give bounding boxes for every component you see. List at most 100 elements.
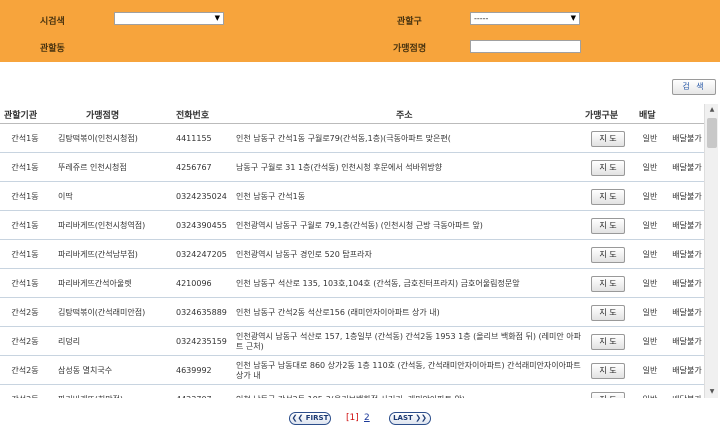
chevron-down-icon: ▼: [214, 14, 220, 22]
table-row: 간석1동 파리바게뜨(인천시청역점) 0324390455 인천광역시 남동구 구월로…: [0, 211, 704, 240]
delivery-cell: 배달불가: [672, 336, 702, 346]
header-phone: 전화번호: [176, 111, 210, 121]
store-name-input[interactable]: [470, 40, 581, 53]
map-cell: 지 도: [589, 211, 627, 240]
table-row: 간석2동 리덩리 0324235159 인천광역시 남동구 석산로 157, 1층일부…: [0, 327, 704, 356]
store-name-cell: 뚜레쥬르 인천시청점: [58, 163, 127, 172]
map-cell: 지 도: [589, 153, 627, 182]
map-cell: 지 도: [589, 385, 627, 398]
map-button[interactable]: 지 도: [591, 362, 625, 379]
table-row: 간석1동 파리바게뜨간석아울렛 4210096 인천 남동구 석산로 135, 103…: [0, 269, 704, 298]
map-cell: 지 도: [589, 298, 627, 327]
last-page-button[interactable]: LAST ❯❯: [389, 412, 431, 425]
table-row: 간석2동 파리바게뜨(희망점)4423707인천 남동구 간석2동 195-3(올…: [0, 385, 704, 398]
store-name-cell: 김탕떡볶이(인천시청점): [58, 134, 138, 143]
table-row: 간석1동 파리바게뜨(간석남부점) 0324247205 인천광역시 남동구 경인로 …: [0, 240, 704, 269]
map-cell: 지 도: [589, 124, 627, 153]
table-row: 간석1동 김탕떡볶이(인천시청점) 4411155 인천 남동구 간석1동 구월로79…: [0, 124, 704, 153]
store-name-cell: 김탕떡볶이(간석래미안점): [58, 308, 146, 317]
agency-cell: 간석1동: [11, 250, 39, 259]
store-name-cell: 파리바게뜨(희망점): [58, 385, 186, 398]
delivery-cell: 배달불가: [672, 385, 702, 399]
map-cell: 지 도: [589, 327, 627, 356]
store-type-cell: 일반: [642, 192, 658, 201]
table-header: 관할기관 가맹점명 전화번호 주소 가맹구분 배달: [0, 104, 704, 124]
store-name-cell: 이딱: [58, 192, 73, 201]
scroll-thumb[interactable]: [707, 118, 717, 148]
map-button[interactable]: 지 도: [591, 188, 625, 205]
page-2-link[interactable]: 2: [364, 413, 370, 423]
store-type-cell: 일반: [642, 279, 658, 288]
city-label: 시검색: [40, 17, 65, 27]
address-cell: 남동구 구월로 31 1층(간석동) 인천시청 후문에서 석바위방향: [236, 162, 443, 172]
table-row: 간석1동 이딱 0324235024 인천 남동구 간석1동 일반 배달불가 지 도: [0, 182, 704, 211]
agency-cell: 간석1동: [11, 163, 39, 172]
address-cell: 인천광역시 남동구 경인로 520 탑프라자: [236, 249, 372, 259]
delivery-cell: 배달불가: [672, 133, 702, 143]
map-cell: 지 도: [589, 356, 627, 385]
agency-cell: 간석2동: [11, 337, 39, 346]
delivery-cell: 배달불가: [672, 191, 702, 201]
current-page: [1]: [346, 413, 359, 423]
scrollbar[interactable]: ▲ ▼: [704, 104, 718, 398]
store-type-cell: 일반: [642, 250, 658, 259]
map-button[interactable]: 지 도: [591, 304, 625, 321]
address-cell: 인천 남동구 간석2동 석산로156 (래미안자이아파트 상가 내): [236, 307, 440, 317]
map-button[interactable]: 지 도: [591, 275, 625, 292]
address-cell: 인천 남동구 간석2동 195-3(올리브백화점 사거리, 래미안아파트 앞): [236, 385, 586, 399]
district-label: 관할구: [397, 17, 422, 27]
search-button[interactable]: 검 색: [672, 79, 716, 95]
store-name-cell: 파리바게뜨(인천시청역점): [58, 221, 146, 230]
phone-cell: 0324235159: [176, 337, 227, 346]
agency-cell: 간석1동: [11, 221, 39, 230]
store-name-cell: 삼성동 멸치국수: [58, 366, 113, 375]
city-select[interactable]: ▼: [114, 12, 224, 25]
map-cell: 지 도: [589, 182, 627, 211]
delivery-cell: 배달불가: [672, 307, 702, 317]
delivery-cell: 배달불가: [672, 278, 702, 288]
address-cell: 인천광역시 남동구 석산로 157, 1층일부 (간석동) 간석2동 1953 …: [236, 331, 581, 351]
header-store-name: 가맹점명: [86, 111, 120, 121]
phone-cell: 4639992: [176, 366, 212, 375]
store-type-cell: 일반: [636, 385, 664, 398]
map-button[interactable]: 지 도: [591, 246, 625, 263]
header-delivery: 배달: [639, 111, 656, 121]
phone-cell: 0324635889: [176, 308, 227, 317]
district-select[interactable]: ----- ▼: [470, 12, 580, 25]
address-cell: 인천 남동구 간석1동: [236, 191, 306, 201]
store-type-cell: 일반: [642, 163, 658, 172]
store-name-cell: 파리바게뜨간석아울렛: [58, 279, 132, 288]
phone-cell: 0324390455: [176, 221, 227, 230]
phone-cell: 4210096: [176, 279, 212, 288]
agency-cell: 간석2동: [11, 366, 39, 375]
store-type-cell: 일반: [642, 366, 658, 375]
map-button[interactable]: 지 도: [591, 130, 625, 147]
agency-cell: 간석2동: [11, 308, 39, 317]
store-type-cell: 일반: [642, 337, 658, 346]
scroll-up-icon[interactable]: ▲: [705, 104, 719, 116]
phone-cell: 4411155: [176, 134, 212, 143]
map-button[interactable]: 지 도: [591, 159, 625, 176]
map-button[interactable]: 지 도: [591, 333, 625, 350]
agency-cell: 간석1동: [11, 279, 39, 288]
store-list: 간석1동 김탕떡볶이(인천시청점) 4411155 인천 남동구 간석1동 구월로79…: [0, 124, 704, 398]
store-type-cell: 일반: [642, 134, 658, 143]
first-page-button[interactable]: ❮❮ FIRST: [289, 412, 331, 425]
scroll-down-icon[interactable]: ▼: [705, 386, 719, 398]
header-agency: 관할기관: [4, 111, 38, 121]
map-cell: 지 도: [589, 269, 627, 298]
phone-cell: 4256767: [176, 163, 212, 172]
table-row: 간석2동 김탕떡볶이(간석래미안점) 0324635889 인천 남동구 간석2동 석…: [0, 298, 704, 327]
address-cell: 인천 남동구 석산로 135, 103호,104호 (간석동, 금호진터프라지)…: [236, 278, 520, 288]
search-panel: 시검색 ▼ 관할구 ----- ▼ 관할동 가맹점명: [0, 0, 720, 62]
phone-cell: 0324235024: [176, 192, 227, 201]
store-type-cell: 일반: [642, 221, 658, 230]
delivery-cell: 배달불가: [672, 249, 702, 259]
phone-cell: 4423707: [176, 385, 240, 398]
map-cell: 지 도: [589, 240, 627, 269]
address-cell: 인천광역시 남동구 구월로 79,1층(간석동) (인천시청 근방 극동아파트 …: [236, 220, 483, 230]
map-button[interactable]: 지 도: [591, 391, 625, 398]
store-type-cell: 일반: [642, 308, 658, 317]
header-store-type: 가맹구분: [585, 111, 619, 121]
map-button[interactable]: 지 도: [591, 217, 625, 234]
